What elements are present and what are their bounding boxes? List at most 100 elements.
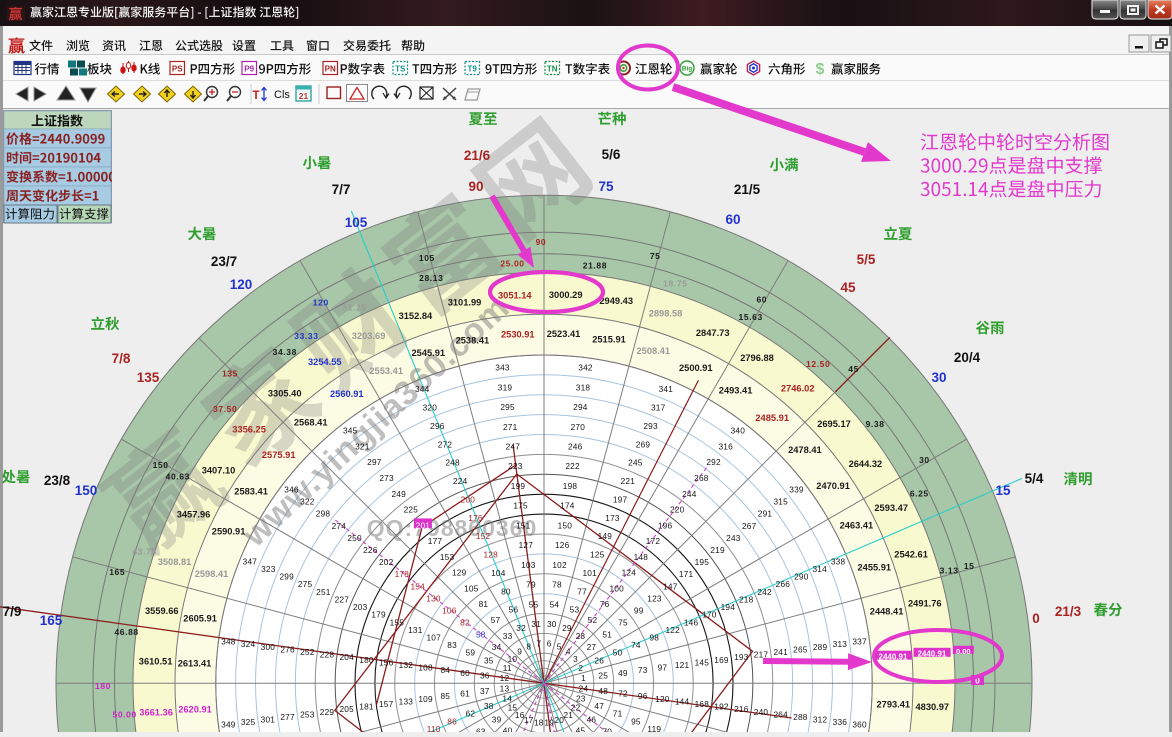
svg-text:2538.41: 2538.41 bbox=[456, 336, 490, 346]
svg-text:150: 150 bbox=[75, 483, 98, 498]
svg-text:3.13: 3.13 bbox=[940, 565, 959, 575]
svg-text:289: 289 bbox=[813, 642, 828, 652]
svg-text:2605.91: 2605.91 bbox=[183, 613, 217, 623]
svg-text:271: 271 bbox=[503, 422, 518, 432]
svg-text:82: 82 bbox=[460, 618, 470, 628]
svg-text:2508.41: 2508.41 bbox=[636, 346, 670, 356]
svg-text:75: 75 bbox=[618, 618, 628, 628]
svg-text:25: 25 bbox=[598, 670, 608, 680]
svg-text:6.25: 6.25 bbox=[910, 488, 929, 498]
svg-text:58: 58 bbox=[476, 630, 486, 640]
svg-text:337: 337 bbox=[852, 637, 867, 647]
svg-text:152: 152 bbox=[476, 531, 491, 541]
svg-text:84: 84 bbox=[440, 665, 450, 675]
svg-text:99: 99 bbox=[634, 606, 644, 616]
svg-text:298: 298 bbox=[316, 509, 331, 519]
svg-text:74: 74 bbox=[631, 640, 641, 650]
svg-text:264: 264 bbox=[773, 709, 788, 719]
svg-text:33.33: 33.33 bbox=[294, 331, 318, 341]
svg-text:24: 24 bbox=[579, 683, 589, 693]
svg-text:316: 316 bbox=[718, 442, 733, 452]
svg-text:2493.41: 2493.41 bbox=[719, 385, 753, 395]
svg-text:223: 223 bbox=[508, 461, 523, 471]
svg-text:193: 193 bbox=[734, 652, 749, 662]
svg-text:62: 62 bbox=[466, 709, 476, 719]
svg-text:2793.41: 2793.41 bbox=[876, 700, 910, 710]
svg-text:T9: T9 bbox=[468, 65, 478, 74]
svg-text:296: 296 bbox=[430, 421, 445, 431]
svg-text:321: 321 bbox=[355, 442, 370, 452]
svg-text:4: 4 bbox=[566, 647, 571, 657]
svg-text:338: 338 bbox=[831, 556, 846, 566]
svg-text:132: 132 bbox=[399, 660, 414, 670]
svg-text:15: 15 bbox=[995, 483, 1011, 498]
svg-text:5/4: 5/4 bbox=[1025, 471, 1044, 486]
svg-text:0: 0 bbox=[1032, 611, 1040, 626]
svg-text:96: 96 bbox=[638, 691, 648, 701]
svg-text:39: 39 bbox=[492, 715, 502, 725]
svg-text:3356.25: 3356.25 bbox=[232, 425, 266, 435]
svg-text:252: 252 bbox=[300, 647, 315, 657]
svg-text:3559.66: 3559.66 bbox=[145, 606, 179, 616]
svg-text:120: 120 bbox=[313, 298, 329, 308]
svg-text:12: 12 bbox=[500, 673, 510, 683]
svg-text:246: 246 bbox=[568, 442, 583, 452]
svg-text:170: 170 bbox=[702, 610, 717, 620]
svg-text:323: 323 bbox=[261, 564, 276, 574]
svg-text:165: 165 bbox=[40, 613, 63, 628]
svg-text:153: 153 bbox=[440, 552, 455, 562]
svg-text:46.88: 46.88 bbox=[114, 627, 138, 637]
svg-text:25.00: 25.00 bbox=[500, 259, 524, 269]
svg-text:253: 253 bbox=[300, 709, 315, 719]
svg-text:266: 266 bbox=[776, 579, 791, 589]
svg-text:2485.91: 2485.91 bbox=[755, 413, 789, 423]
svg-text:59: 59 bbox=[466, 648, 476, 658]
svg-text:15: 15 bbox=[964, 561, 975, 571]
svg-text:148: 148 bbox=[634, 552, 649, 562]
svg-text:129: 129 bbox=[452, 568, 467, 578]
svg-text:34.38: 34.38 bbox=[273, 347, 297, 357]
svg-text:32: 32 bbox=[516, 623, 526, 633]
svg-text:2746.02: 2746.02 bbox=[781, 383, 815, 393]
svg-text:61: 61 bbox=[460, 689, 470, 699]
svg-text:TS: TS bbox=[395, 65, 406, 74]
svg-text:204: 204 bbox=[339, 652, 354, 662]
svg-text:126: 126 bbox=[555, 540, 570, 550]
svg-text:2530.91: 2530.91 bbox=[501, 329, 535, 339]
svg-text:13: 13 bbox=[500, 683, 510, 693]
svg-text:21: 21 bbox=[299, 91, 309, 101]
svg-text:124: 124 bbox=[622, 568, 637, 578]
svg-text:37: 37 bbox=[480, 686, 490, 696]
svg-text:150: 150 bbox=[153, 460, 169, 470]
svg-text:9.38: 9.38 bbox=[866, 419, 885, 429]
svg-text:7: 7 bbox=[536, 639, 541, 649]
svg-text:2478.41: 2478.41 bbox=[788, 445, 822, 455]
svg-text:Big: Big bbox=[682, 66, 693, 73]
svg-text:168: 168 bbox=[695, 699, 710, 709]
svg-text:PS: PS bbox=[172, 65, 183, 74]
svg-text:154: 154 bbox=[410, 581, 425, 591]
svg-text:315: 315 bbox=[773, 497, 788, 507]
svg-text:3457.96: 3457.96 bbox=[177, 510, 211, 520]
svg-text:203: 203 bbox=[353, 602, 368, 612]
svg-text:53: 53 bbox=[570, 605, 580, 615]
svg-text:TN: TN bbox=[547, 65, 558, 74]
svg-text:2545.91: 2545.91 bbox=[411, 348, 445, 358]
svg-text:273: 273 bbox=[379, 473, 394, 483]
svg-text:22: 22 bbox=[571, 703, 581, 713]
svg-text:301: 301 bbox=[261, 715, 276, 725]
svg-text:77: 77 bbox=[577, 586, 587, 596]
svg-text:50.00: 50.00 bbox=[113, 710, 137, 720]
svg-text:2590.91: 2590.91 bbox=[212, 527, 246, 537]
svg-text:79: 79 bbox=[526, 580, 536, 590]
svg-text:146: 146 bbox=[684, 617, 699, 627]
svg-text:46: 46 bbox=[587, 715, 597, 725]
svg-text:9: 9 bbox=[517, 647, 522, 657]
svg-text:49: 49 bbox=[618, 668, 628, 678]
svg-text:299: 299 bbox=[279, 572, 294, 582]
svg-text:347: 347 bbox=[243, 556, 258, 566]
svg-text:269: 269 bbox=[636, 439, 651, 449]
svg-text:276: 276 bbox=[280, 644, 295, 654]
svg-text:267: 267 bbox=[742, 521, 757, 531]
svg-text:105: 105 bbox=[345, 215, 368, 230]
